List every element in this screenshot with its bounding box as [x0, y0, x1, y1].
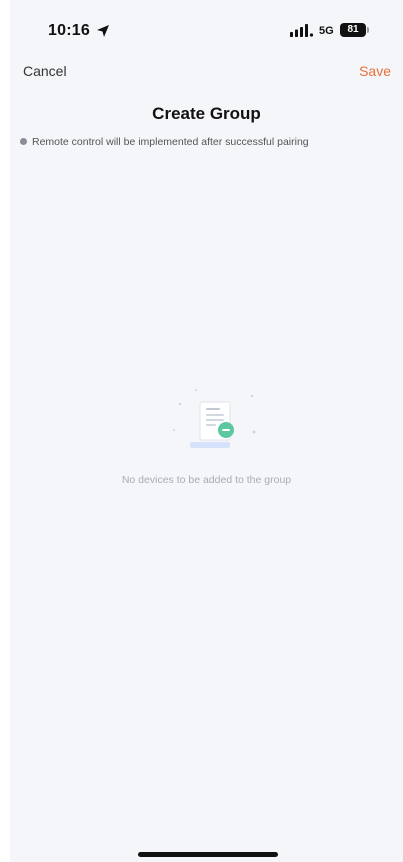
empty-state-text: No devices to be added to the group [121, 474, 292, 486]
pairing-notice: Remote control will be implemented after… [20, 136, 400, 148]
signal-icon [290, 24, 314, 37]
location-arrow-icon [97, 25, 109, 37]
status-time: 10:16 [48, 22, 90, 39]
info-dot-icon [20, 138, 27, 145]
cancel-button[interactable]: Cancel [23, 63, 67, 79]
home-indicator [138, 852, 278, 857]
save-button[interactable]: Save [359, 63, 391, 79]
network-label: 5G [319, 25, 334, 37]
status-bar: 10:16 5G 81 [10, 0, 403, 54]
page-title: Create Group [152, 104, 261, 123]
screen: 10:16 5G 81 Cancel Save Create Group Rem… [10, 0, 403, 862]
notice-text: Remote control will be implemented after… [32, 136, 309, 148]
empty-document-illustration [173, 389, 256, 448]
battery-icon: 81 [340, 23, 366, 37]
battery-cap [367, 27, 369, 33]
